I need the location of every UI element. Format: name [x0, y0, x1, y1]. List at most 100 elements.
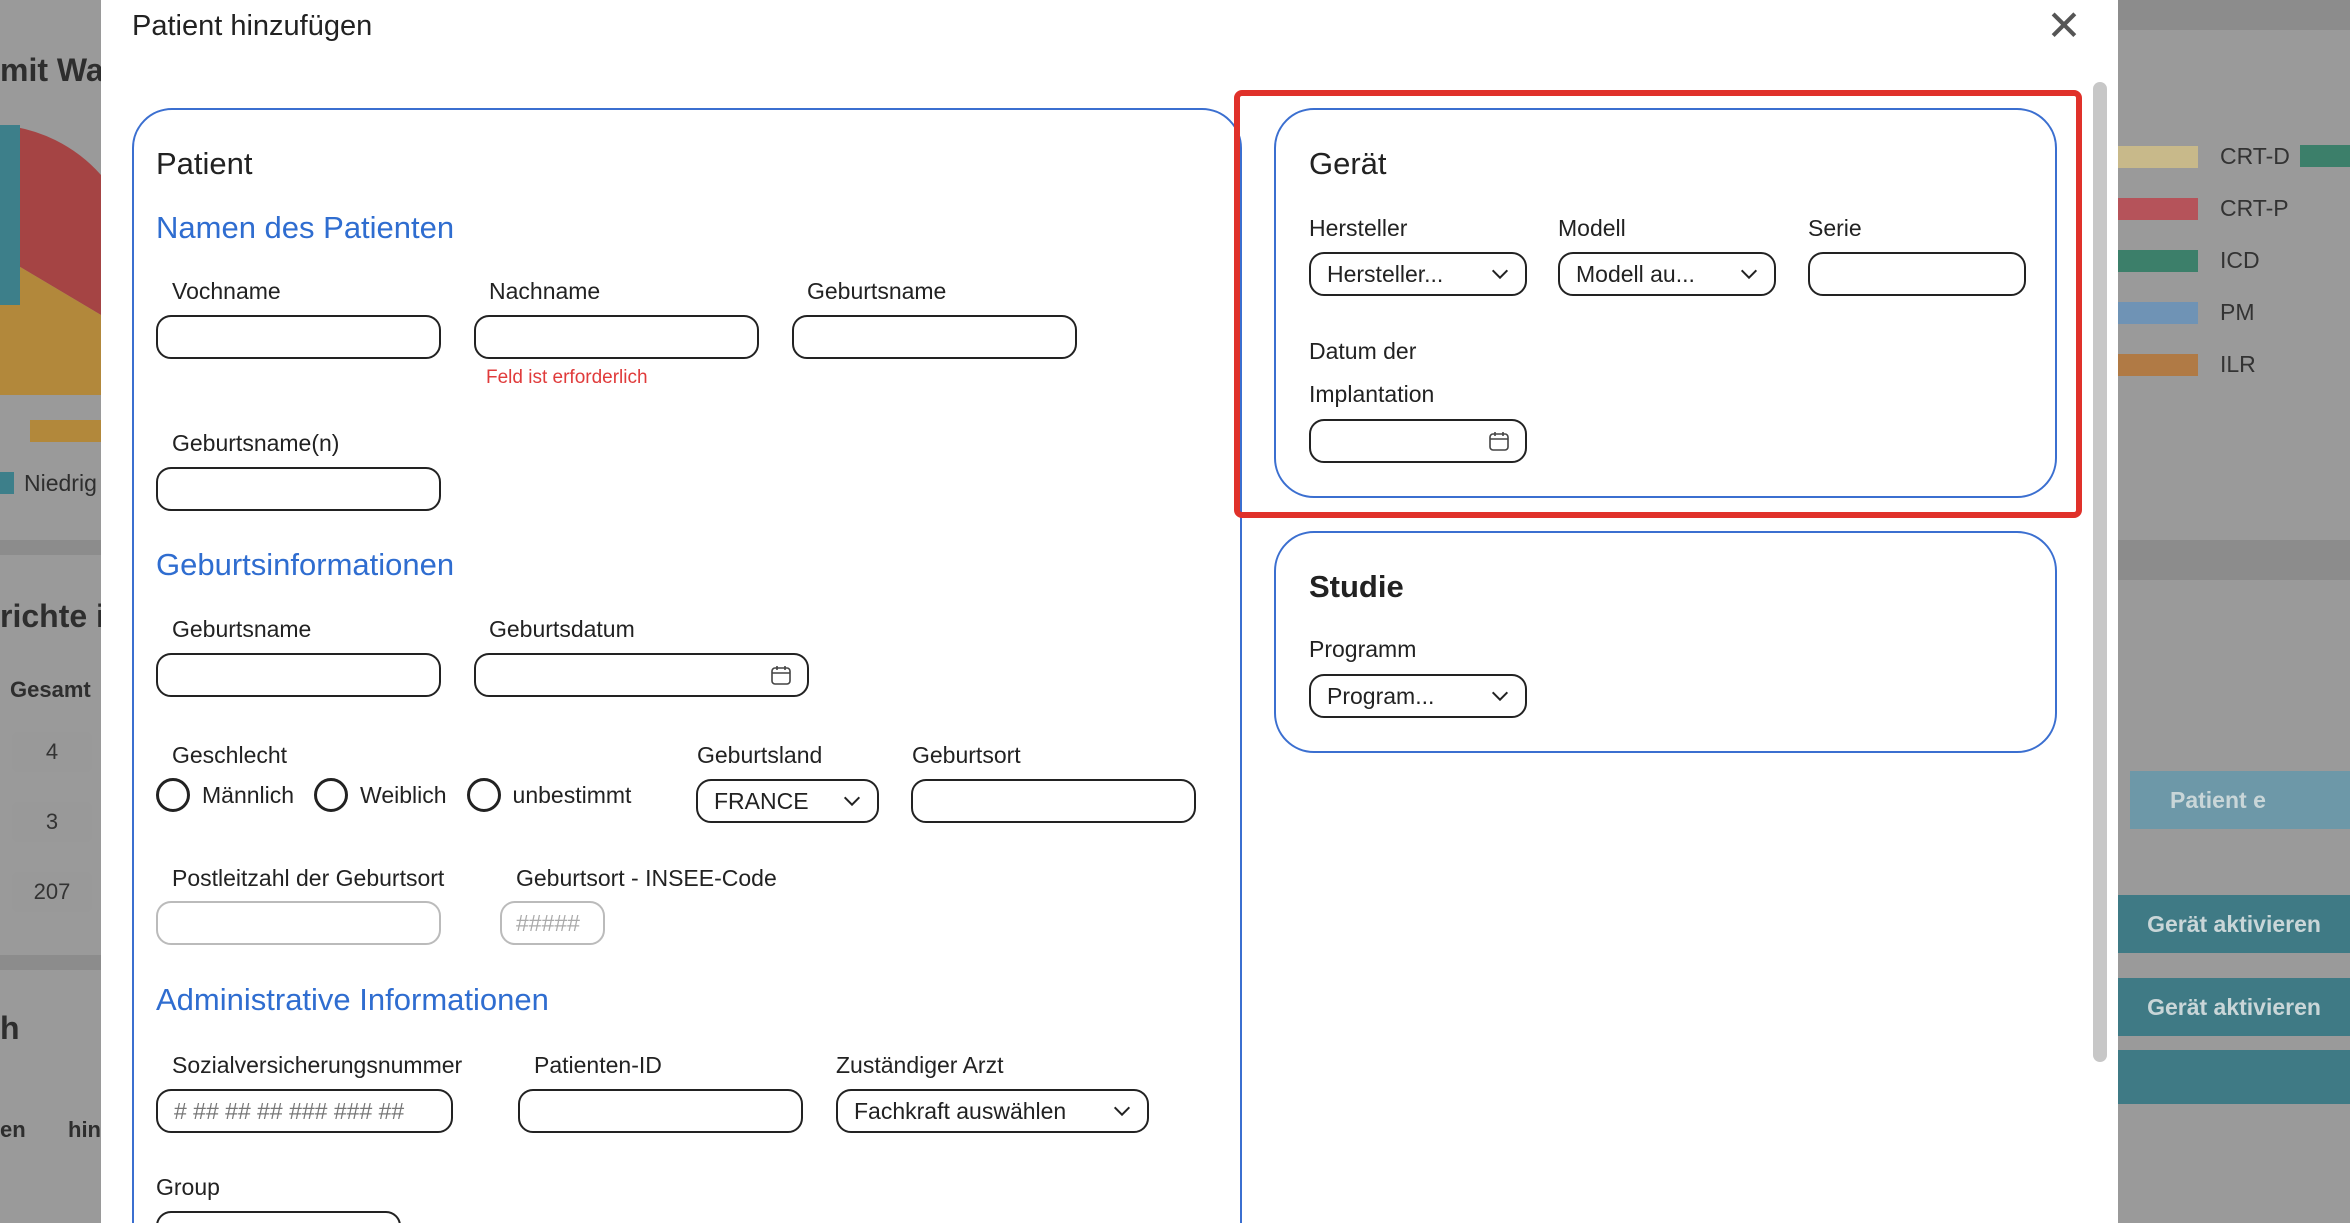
close-icon: ✕ — [2046, 2, 2082, 49]
birthname-label: Geburtsname — [807, 278, 947, 304]
bg-legend-swatch — [2118, 145, 2198, 168]
birth-name-input[interactable] — [156, 653, 441, 697]
manufacturer-value: Hersteller... — [1327, 260, 1444, 287]
study-panel-title: Studie — [1309, 569, 1404, 604]
implant-date-label-2: Implantation — [1309, 381, 1435, 407]
lastname-label: Nachname — [489, 278, 601, 304]
radio-female[interactable] — [314, 778, 349, 812]
patient-id-input[interactable] — [518, 1089, 803, 1133]
bg-fragment-h: h — [0, 1010, 20, 1046]
program-label: Programm — [1309, 636, 1417, 662]
doctor-value: Fachkraft auswählen — [854, 1097, 1067, 1124]
bg-legend-item: CRT-D — [2118, 143, 2290, 170]
gender-option-label: unbestimmt — [512, 781, 632, 808]
manufacturer-label: Hersteller — [1309, 215, 1408, 241]
gender-option-female[interactable]: Weiblich — [314, 778, 447, 812]
bg-legend-item: ICD — [2118, 247, 2260, 274]
gender-option-label: Weiblich — [360, 781, 447, 808]
bg-legend-label: ICD — [2220, 247, 2260, 273]
birthnames-label: Geburtsname(n) — [172, 430, 340, 456]
ssn-input[interactable] — [156, 1089, 453, 1133]
study-panel: Studie Programm Program... — [1274, 531, 2057, 753]
bg-bar — [30, 420, 101, 442]
group-select[interactable] — [156, 1211, 401, 1223]
admin-section-title: Administrative Informationen — [156, 982, 549, 1017]
group-label: Group — [156, 1174, 220, 1200]
insee-label: Geburtsort - INSEE-Code — [516, 865, 777, 891]
birthnames-input[interactable] — [156, 467, 441, 511]
close-button[interactable]: ✕ — [2044, 5, 2084, 47]
firstname-input[interactable] — [156, 315, 441, 359]
modal-scrollbar[interactable] — [2093, 82, 2107, 1062]
names-section-title: Namen des Patienten — [156, 210, 455, 245]
bg-legend-swatch — [2118, 301, 2198, 324]
bg-value: 4 — [12, 732, 92, 772]
device-panel: Gerät Hersteller Hersteller... Modell Mo… — [1274, 108, 2057, 498]
birth-country-value: FRANCE — [714, 787, 809, 814]
bg-column-gesamt: Gesamt — [10, 677, 91, 702]
model-select[interactable]: Modell au... — [1558, 252, 1776, 296]
add-patient-modal: Patient hinzufügen ✕ Patient Namen des P… — [101, 0, 2118, 1223]
radio-undetermined[interactable] — [466, 778, 501, 812]
bg-bar-button — [2118, 1050, 2350, 1104]
birth-country-label: Geburtsland — [697, 742, 823, 768]
patient-panel-title: Patient — [156, 146, 253, 181]
insee-input[interactable] — [500, 901, 605, 945]
model-value: Modell au... — [1576, 260, 1695, 287]
bg-pie-chart — [0, 125, 101, 395]
bg-legend-label: Niedrig — [24, 470, 97, 496]
bg-legend-swatch-extra — [2300, 145, 2350, 167]
doctor-select[interactable]: Fachkraft auswählen — [836, 1089, 1149, 1133]
implant-date-label-1: Datum der — [1309, 338, 1417, 364]
bg-fragment-en: en — [0, 1117, 26, 1142]
bg-value: 207 — [12, 872, 92, 912]
implant-date-input[interactable] — [1309, 419, 1527, 463]
program-select[interactable]: Program... — [1309, 674, 1527, 718]
bg-title-fragment: mit War — [0, 52, 117, 88]
birthdate-label: Geburtsdatum — [489, 616, 635, 642]
bg-patient-button: Patient e — [2130, 771, 2350, 829]
manufacturer-select[interactable]: Hersteller... — [1309, 252, 1527, 296]
chevron-down-icon — [1113, 1106, 1131, 1117]
lastname-error: Feld ist erforderlich — [486, 367, 648, 388]
bg-legend-swatch — [2118, 353, 2198, 376]
device-panel-title: Gerät — [1309, 146, 1387, 181]
birthdate-input[interactable] — [474, 653, 809, 697]
bg-legend-swatch — [2118, 197, 2198, 220]
birth-country-select[interactable]: FRANCE — [696, 779, 879, 823]
birth-section-title: Geburtsinformationen — [156, 547, 455, 582]
gender-radio-group: Männlich Weiblich unbestimmt — [156, 778, 651, 812]
bg-legend-label: CRT-D — [2220, 143, 2290, 169]
bg-legend-item: ILR — [2118, 351, 2256, 378]
bg-fragment-hin: hin — [68, 1117, 101, 1142]
birth-place-input[interactable] — [911, 779, 1196, 823]
firstname-label: Vochname — [172, 278, 281, 304]
bg-heading-fragment: richte i — [0, 598, 105, 634]
program-value: Program... — [1327, 682, 1435, 709]
gender-option-label: Männlich — [202, 781, 295, 808]
modal-title: Patient hinzufügen — [132, 10, 373, 42]
bg-legend-label: CRT-P — [2220, 195, 2289, 221]
gender-option-male[interactable]: Männlich — [156, 778, 294, 812]
birthname-input[interactable] — [792, 315, 1077, 359]
bg-legend-label: PM — [2220, 299, 2255, 325]
radio-male[interactable] — [156, 778, 190, 812]
birth-name-label: Geburtsname — [172, 616, 312, 642]
postal-code-input[interactable] — [156, 901, 441, 945]
model-label: Modell — [1558, 215, 1626, 241]
gender-option-undetermined[interactable]: unbestimmt — [466, 778, 632, 812]
bg-legend-item: CRT-P — [2118, 195, 2289, 222]
bg-legend-item: PM — [2118, 299, 2255, 326]
chevron-down-icon — [1740, 269, 1758, 280]
serial-input[interactable] — [1808, 252, 2026, 296]
calendar-icon[interactable] — [1487, 429, 1511, 453]
gender-label: Geschlecht — [172, 742, 288, 768]
lastname-input[interactable] — [474, 315, 759, 359]
patient-panel: Patient Namen des Patienten Vochname Nac… — [132, 108, 1242, 1223]
bg-value: 3 — [12, 802, 92, 842]
chevron-down-icon — [843, 796, 861, 807]
bg-legend-label: ILR — [2220, 351, 2256, 377]
calendar-icon[interactable] — [769, 663, 793, 687]
bg-legend-swatch — [0, 472, 14, 494]
bg-activate-device-button: Gerät aktivieren — [2118, 978, 2350, 1036]
